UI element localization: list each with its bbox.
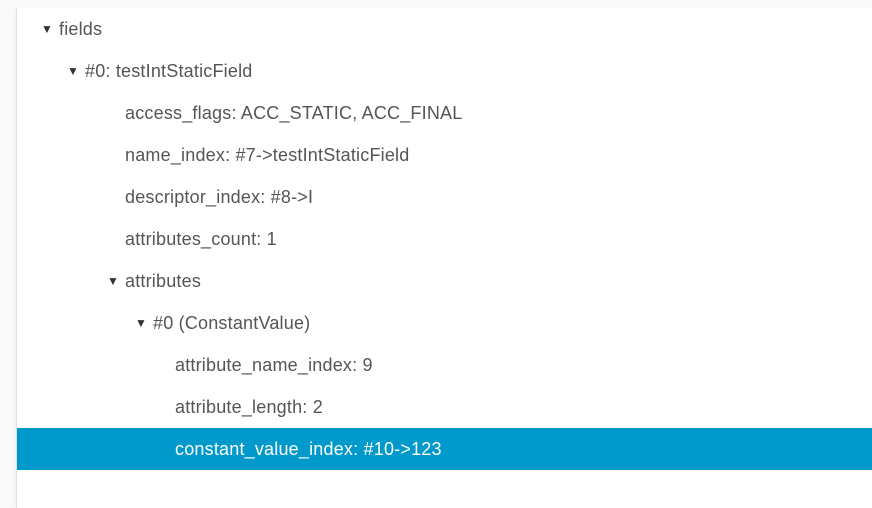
tree-node-attributes[interactable]: ▼ attributes <box>17 260 872 302</box>
node-label: descriptor_index: #8->I <box>125 187 313 208</box>
node-label: attributes <box>125 271 201 292</box>
tree-leaf-name-index[interactable]: name_index: #7->testIntStaticField <box>17 134 872 176</box>
node-label: #0: testIntStaticField <box>85 61 252 82</box>
tree-leaf-attribute-name-index[interactable]: attribute_name_index: 9 <box>17 344 872 386</box>
node-label: fields <box>59 19 102 40</box>
tree-node-field-0[interactable]: ▼ #0: testIntStaticField <box>17 50 872 92</box>
node-label: attribute_length: 2 <box>175 397 323 418</box>
node-label: attribute_name_index: 9 <box>175 355 373 376</box>
tree-node-fields[interactable]: ▼ fields <box>17 8 872 50</box>
node-label: attributes_count: 1 <box>125 229 277 250</box>
chevron-down-icon[interactable]: ▼ <box>107 274 119 288</box>
node-label: #0 (ConstantValue) <box>153 313 310 334</box>
tree-view: ▼ fields ▼ #0: testIntStaticField access… <box>16 8 872 508</box>
chevron-down-icon[interactable]: ▼ <box>41 22 53 36</box>
node-label: access_flags: ACC_STATIC, ACC_FINAL <box>125 103 462 124</box>
node-label: constant_value_index: #10->123 <box>175 439 442 460</box>
chevron-down-icon[interactable]: ▼ <box>135 316 147 330</box>
tree-node-attribute-0[interactable]: ▼ #0 (ConstantValue) <box>17 302 872 344</box>
tree-leaf-attributes-count[interactable]: attributes_count: 1 <box>17 218 872 260</box>
tree-leaf-constant-value-index[interactable]: constant_value_index: #10->123 <box>17 428 872 470</box>
node-label: name_index: #7->testIntStaticField <box>125 145 409 166</box>
tree-leaf-descriptor-index[interactable]: descriptor_index: #8->I <box>17 176 872 218</box>
chevron-down-icon[interactable]: ▼ <box>67 64 79 78</box>
tree-leaf-attribute-length[interactable]: attribute_length: 2 <box>17 386 872 428</box>
tree-leaf-access-flags[interactable]: access_flags: ACC_STATIC, ACC_FINAL <box>17 92 872 134</box>
